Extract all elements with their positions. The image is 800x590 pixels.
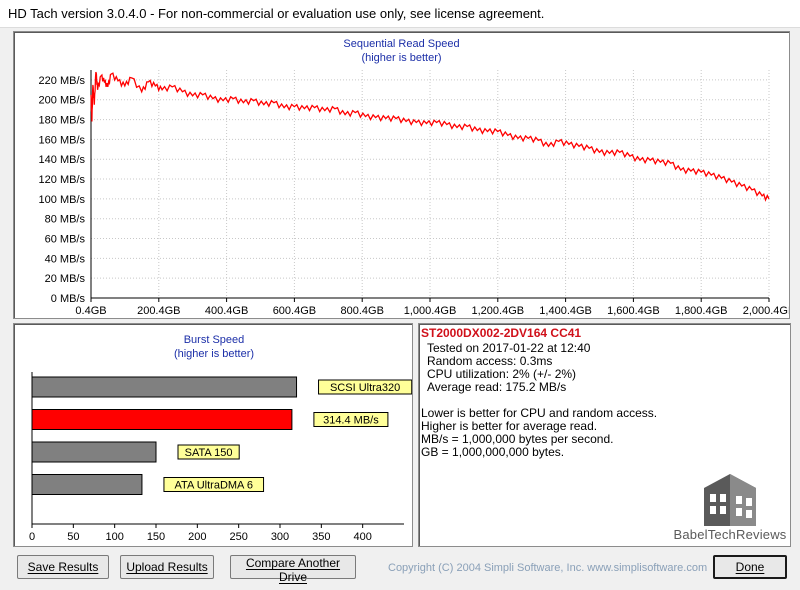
burst-bar bbox=[31, 441, 157, 463]
burst-x-tick-label: 100 bbox=[105, 531, 123, 543]
y-tick-label: 80 MB/s bbox=[45, 214, 86, 226]
burst-speed-panel: Burst Speed (higher is better) 0 50 100 150… bbox=[13, 323, 413, 547]
sequential-read-chart: 0 MB/s 20 MB/s 40 MB/s 60 MB/s 80 MB/s 100 MB… bbox=[39, 70, 789, 317]
y-tick-label: 220 MB/s bbox=[39, 75, 86, 87]
building-icon bbox=[704, 474, 756, 526]
y-tick-label: 0 MB/s bbox=[51, 293, 86, 305]
burst-x-tick-label: 0 bbox=[29, 531, 35, 543]
y-tick-label: 20 MB/s bbox=[45, 273, 86, 285]
tested-date: Tested on 2017-01-22 at 12:40 bbox=[427, 341, 591, 355]
x-tick-label: 800.4GB bbox=[340, 305, 383, 317]
drive-model: ST2000DX002-2DV164 CC41 bbox=[421, 326, 582, 340]
x-tick-label: 1,600.4GB bbox=[607, 305, 660, 317]
window-title-bar: HD Tach version 3.0.4.0 - For non-commer… bbox=[0, 0, 800, 28]
burst-speed-chart: 0 50 100 150 200 250 300 350 400 SCSI Ultra320 314… bbox=[29, 372, 412, 543]
window-title: HD Tach version 3.0.4.0 - For non-commer… bbox=[8, 6, 545, 21]
save-results-button[interactable]: Save Results bbox=[17, 555, 109, 579]
burst-bar bbox=[31, 474, 143, 495]
sequential-read-panel: Sequential Read Speed (higher is better)… bbox=[13, 31, 790, 319]
y-tick-label: 140 MB/s bbox=[39, 154, 86, 166]
y-tick-label: 100 MB/s bbox=[39, 194, 86, 206]
done-button[interactable]: Done bbox=[713, 555, 787, 579]
burst-x-tick-label: 250 bbox=[229, 531, 247, 543]
y-tick-label: 120 MB/s bbox=[39, 174, 86, 186]
babeltechreviews-logo: BabelTechReviews bbox=[666, 470, 794, 550]
burst-bar-label: SATA 150 bbox=[185, 447, 233, 459]
burst-x-tick-label: 150 bbox=[147, 531, 165, 543]
x-tick-label: 400.4GB bbox=[205, 305, 248, 317]
random-access: Random access: 0.3ms bbox=[427, 354, 553, 368]
x-tick-label: 0.4GB bbox=[75, 305, 106, 317]
burst-x-tick-label: 50 bbox=[67, 531, 79, 543]
burst-x-tick-label: 200 bbox=[188, 531, 206, 543]
x-tick-label: 200.4GB bbox=[137, 305, 180, 317]
y-tick-label: 180 MB/s bbox=[39, 115, 86, 127]
x-tick-label: 1,800.4GB bbox=[675, 305, 728, 317]
note-average: Higher is better for average read. bbox=[421, 419, 598, 433]
burst-bar bbox=[31, 409, 293, 430]
burst-bar-label: ATA UltraDMA 6 bbox=[175, 480, 253, 492]
copyright-text: Copyright (C) 2004 Simpli Software, Inc.… bbox=[388, 562, 708, 574]
compare-drive-button[interactable]: Compare Another Drive bbox=[230, 555, 356, 584]
burst-bar bbox=[31, 376, 298, 398]
note-cpu: Lower is better for CPU and random acces… bbox=[421, 406, 658, 420]
x-tick-label: 1,000.4GB bbox=[404, 305, 457, 317]
y-tick-label: 160 MB/s bbox=[39, 134, 86, 146]
note-mbs: MB/s = 1,000,000 bytes per second. bbox=[421, 432, 614, 446]
y-tick-label: 60 MB/s bbox=[45, 234, 86, 246]
cpu-utilization: CPU utilization: 2% (+/- 2%) bbox=[427, 367, 577, 381]
logo-text: BabelTechReviews bbox=[673, 527, 787, 542]
x-tick-label: 1,200.4GB bbox=[472, 305, 525, 317]
burst-x-tick-label: 350 bbox=[312, 531, 330, 543]
upload-results-button[interactable]: Upload Results bbox=[120, 555, 214, 579]
x-tick-label: 1,400.4GB bbox=[539, 305, 592, 317]
x-tick-label: 2,000.4GB bbox=[743, 305, 789, 317]
y-tick-label: 200 MB/s bbox=[39, 95, 86, 107]
burst-x-tick-label: 400 bbox=[353, 531, 371, 543]
y-tick-label: 40 MB/s bbox=[45, 253, 86, 265]
average-read: Average read: 175.2 MB/s bbox=[427, 380, 567, 394]
x-tick-label: 600.4GB bbox=[273, 305, 316, 317]
burst-bar-label: 314.4 MB/s bbox=[323, 415, 379, 427]
note-gb: GB = 1,000,000,000 bytes. bbox=[421, 445, 565, 459]
burst-bar-label: SCSI Ultra320 bbox=[330, 382, 400, 394]
burst-x-tick-label: 300 bbox=[271, 531, 289, 543]
